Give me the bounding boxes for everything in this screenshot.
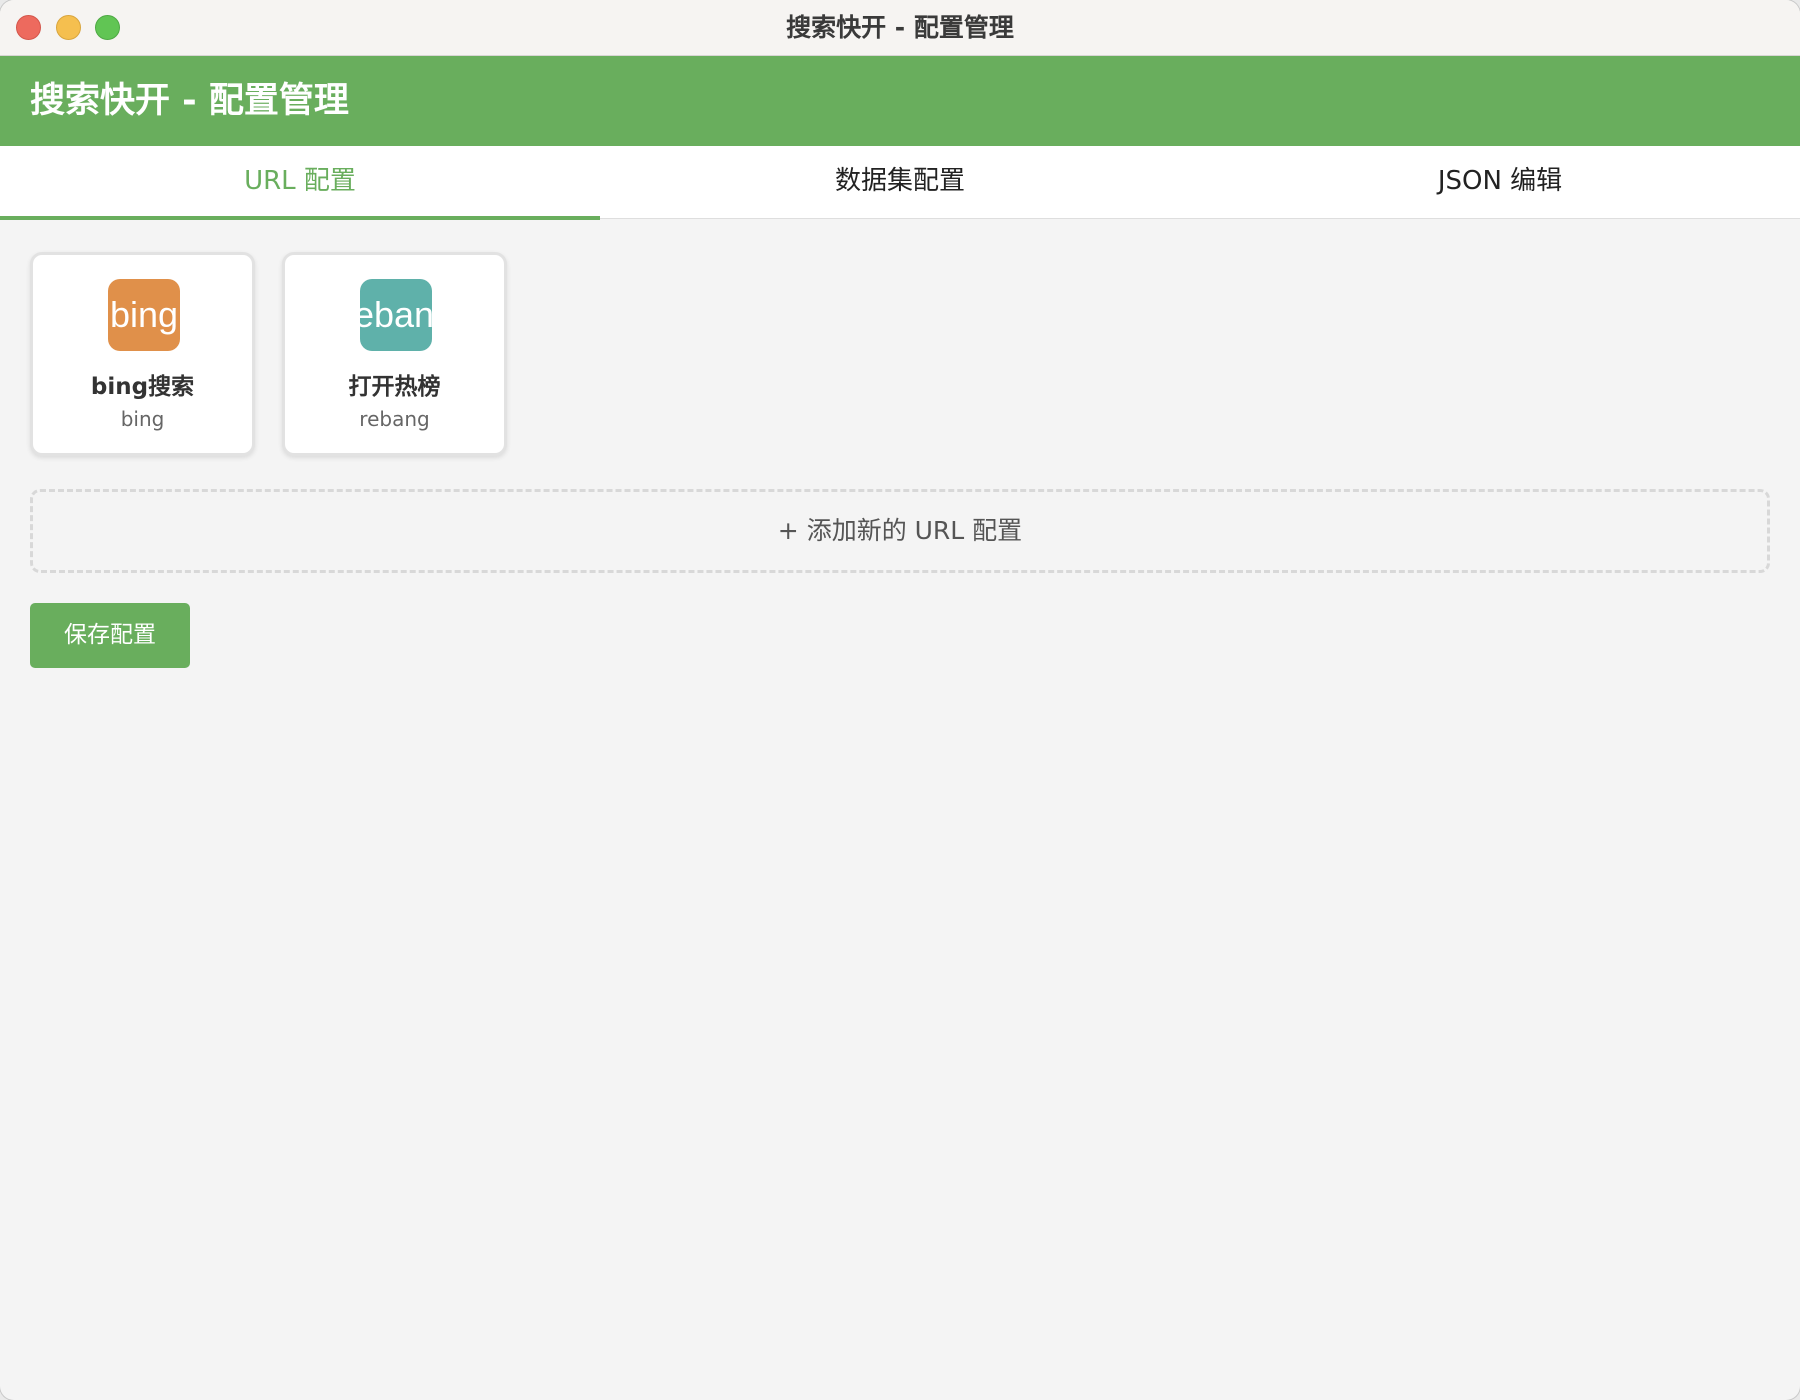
- tab-dataset-config[interactable]: 数据集配置: [600, 146, 1200, 219]
- tab-bar: URL 配置 数据集配置 JSON 编辑: [0, 146, 1800, 220]
- rebang-icon: reban: [360, 279, 432, 351]
- url-config-list: bing bing搜索 bing reban 打开热榜 rebang: [30, 252, 507, 456]
- tab-url-config[interactable]: URL 配置: [0, 146, 600, 220]
- add-url-config-button[interactable]: + 添加新的 URL 配置: [30, 489, 1770, 573]
- card-name: bing搜索: [90, 374, 195, 400]
- page-title: 搜索快开 - 配置管理: [30, 81, 349, 121]
- app-window: 搜索快开 - 配置管理 搜索快开 - 配置管理 URL 配置 数据集配置 JSO…: [0, 0, 1800, 1400]
- url-config-card-bing[interactable]: bing bing搜索 bing: [30, 252, 255, 456]
- bing-icon: bing: [108, 279, 180, 351]
- card-key: rebang: [359, 407, 430, 431]
- title-bar: 搜索快开 - 配置管理: [0, 0, 1800, 56]
- window-title: 搜索快开 - 配置管理: [786, 13, 1014, 42]
- save-config-button[interactable]: 保存配置: [30, 603, 190, 668]
- url-config-card-rebang[interactable]: reban 打开热榜 rebang: [282, 252, 507, 456]
- app-header: 搜索快开 - 配置管理: [0, 56, 1800, 146]
- card-name: 打开热榜: [348, 374, 441, 400]
- card-key: bing: [120, 407, 165, 431]
- tab-json-edit[interactable]: JSON 编辑: [1200, 146, 1800, 219]
